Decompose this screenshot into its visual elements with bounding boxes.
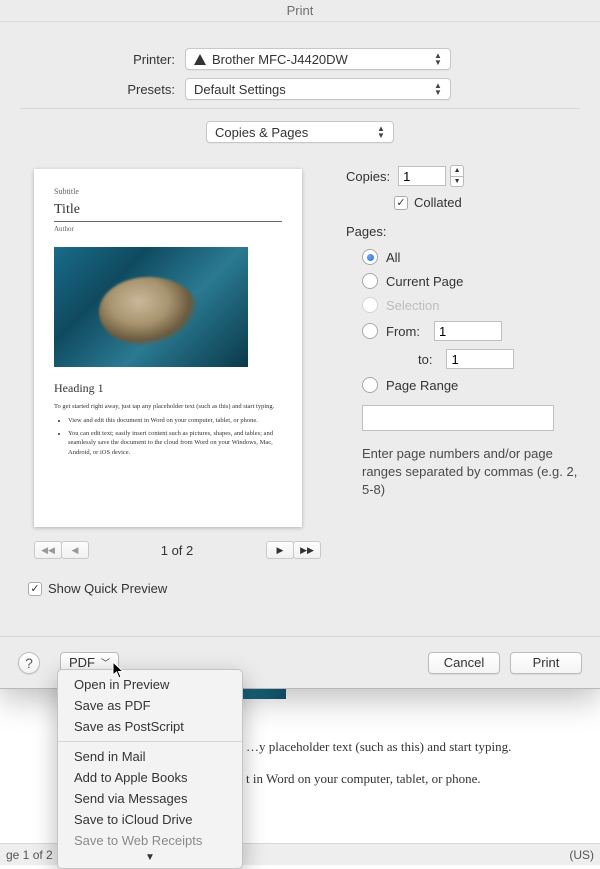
from-input[interactable] <box>434 321 502 341</box>
menu-scroll-indicator: ▼ <box>58 851 242 864</box>
menu-item-send-via-messages[interactable]: Send via Messages <box>58 788 242 809</box>
chevron-updown-icon: ▲▼ <box>373 124 389 140</box>
radio-icon <box>362 273 378 289</box>
preview-column: Subtitle Title Author Heading 1 To get s… <box>20 159 320 559</box>
prev-page-button[interactable]: ◀ <box>61 541 89 559</box>
radio-current-page[interactable]: Current Page <box>362 273 580 289</box>
status-page: ge 1 of 2 <box>6 848 53 862</box>
menu-item-save-to-web-receipts[interactable]: Save to Web Receipts <box>58 830 242 851</box>
page-range-input[interactable] <box>362 405 554 431</box>
first-page-button[interactable]: ◀◀ <box>34 541 62 559</box>
menu-item-send-in-mail[interactable]: Send in Mail <box>58 746 242 767</box>
to-input[interactable] <box>446 349 514 369</box>
print-dialog: Print Printer: Brother MFC-J4420DW ▲▼ Pr… <box>0 0 600 689</box>
presets-value: Default Settings <box>194 82 286 97</box>
radio-all[interactable]: All <box>362 249 580 265</box>
help-button[interactable]: ? <box>18 652 40 674</box>
last-page-button[interactable]: ▶▶ <box>293 541 321 559</box>
menu-item-save-as-postscript[interactable]: Save as PostScript <box>58 716 242 737</box>
chevron-updown-icon: ▲▼ <box>430 51 446 67</box>
page-preview: Subtitle Title Author Heading 1 To get s… <box>34 169 302 527</box>
copies-input[interactable] <box>398 166 446 186</box>
checkmark-icon: ✓ <box>394 196 408 210</box>
options-column: Copies: ▲▼ ✓ Collated Pages: All Current… <box>320 159 580 559</box>
collated-checkbox[interactable]: ✓ Collated <box>394 195 580 210</box>
copies-stepper[interactable]: ▲▼ <box>450 165 464 187</box>
radio-from[interactable]: From: <box>362 321 580 341</box>
copies-label: Copies: <box>346 169 390 184</box>
pages-label: Pages: <box>346 224 580 239</box>
menu-item-save-as-pdf[interactable]: Save as PDF <box>58 695 242 716</box>
radio-icon <box>362 297 378 313</box>
dialog-title: Print <box>0 0 600 22</box>
presets-select[interactable]: Default Settings ▲▼ <box>185 78 451 100</box>
printer-label: Printer: <box>0 52 185 67</box>
presets-label: Presets: <box>0 82 185 97</box>
menu-item-save-to-icloud-drive[interactable]: Save to iCloud Drive <box>58 809 242 830</box>
printer-value: Brother MFC-J4420DW <box>212 52 348 67</box>
chevron-updown-icon: ▲▼ <box>430 81 446 97</box>
page-range-hint: Enter page numbers and/or page ranges se… <box>362 445 580 500</box>
show-quick-preview-checkbox[interactable]: ✓ Show Quick Preview <box>28 581 600 596</box>
print-button[interactable]: Print <box>510 652 582 674</box>
doc-line: …y placeholder text (such as this) and s… <box>246 739 560 755</box>
doc-line: t in Word on your computer, tablet, or p… <box>246 771 560 787</box>
radio-icon <box>362 249 378 265</box>
page-indicator: 1 of 2 <box>88 543 266 558</box>
warning-icon <box>194 54 206 65</box>
pager: ◀◀ ◀ 1 of 2 ▶ ▶▶ <box>20 541 320 559</box>
preview-image <box>54 247 248 367</box>
to-row: to: <box>418 349 580 369</box>
pdf-dropdown-menu: Open in Preview Save as PDF Save as Post… <box>57 669 243 869</box>
chevron-down-icon: ﹀ <box>101 656 110 669</box>
menu-item-add-to-apple-books[interactable]: Add to Apple Books <box>58 767 242 788</box>
radio-page-range[interactable]: Page Range <box>362 377 580 393</box>
printer-select[interactable]: Brother MFC-J4420DW ▲▼ <box>185 48 451 70</box>
checkmark-icon: ✓ <box>28 582 42 596</box>
section-value: Copies & Pages <box>215 125 308 140</box>
radio-selection: Selection <box>362 297 580 313</box>
cancel-button[interactable]: Cancel <box>428 652 500 674</box>
menu-item-open-in-preview[interactable]: Open in Preview <box>58 674 242 695</box>
section-select[interactable]: Copies & Pages ▲▼ <box>206 121 394 143</box>
radio-icon <box>362 323 378 339</box>
status-lang: (US) <box>569 848 594 862</box>
next-page-button[interactable]: ▶ <box>266 541 294 559</box>
radio-icon <box>362 377 378 393</box>
